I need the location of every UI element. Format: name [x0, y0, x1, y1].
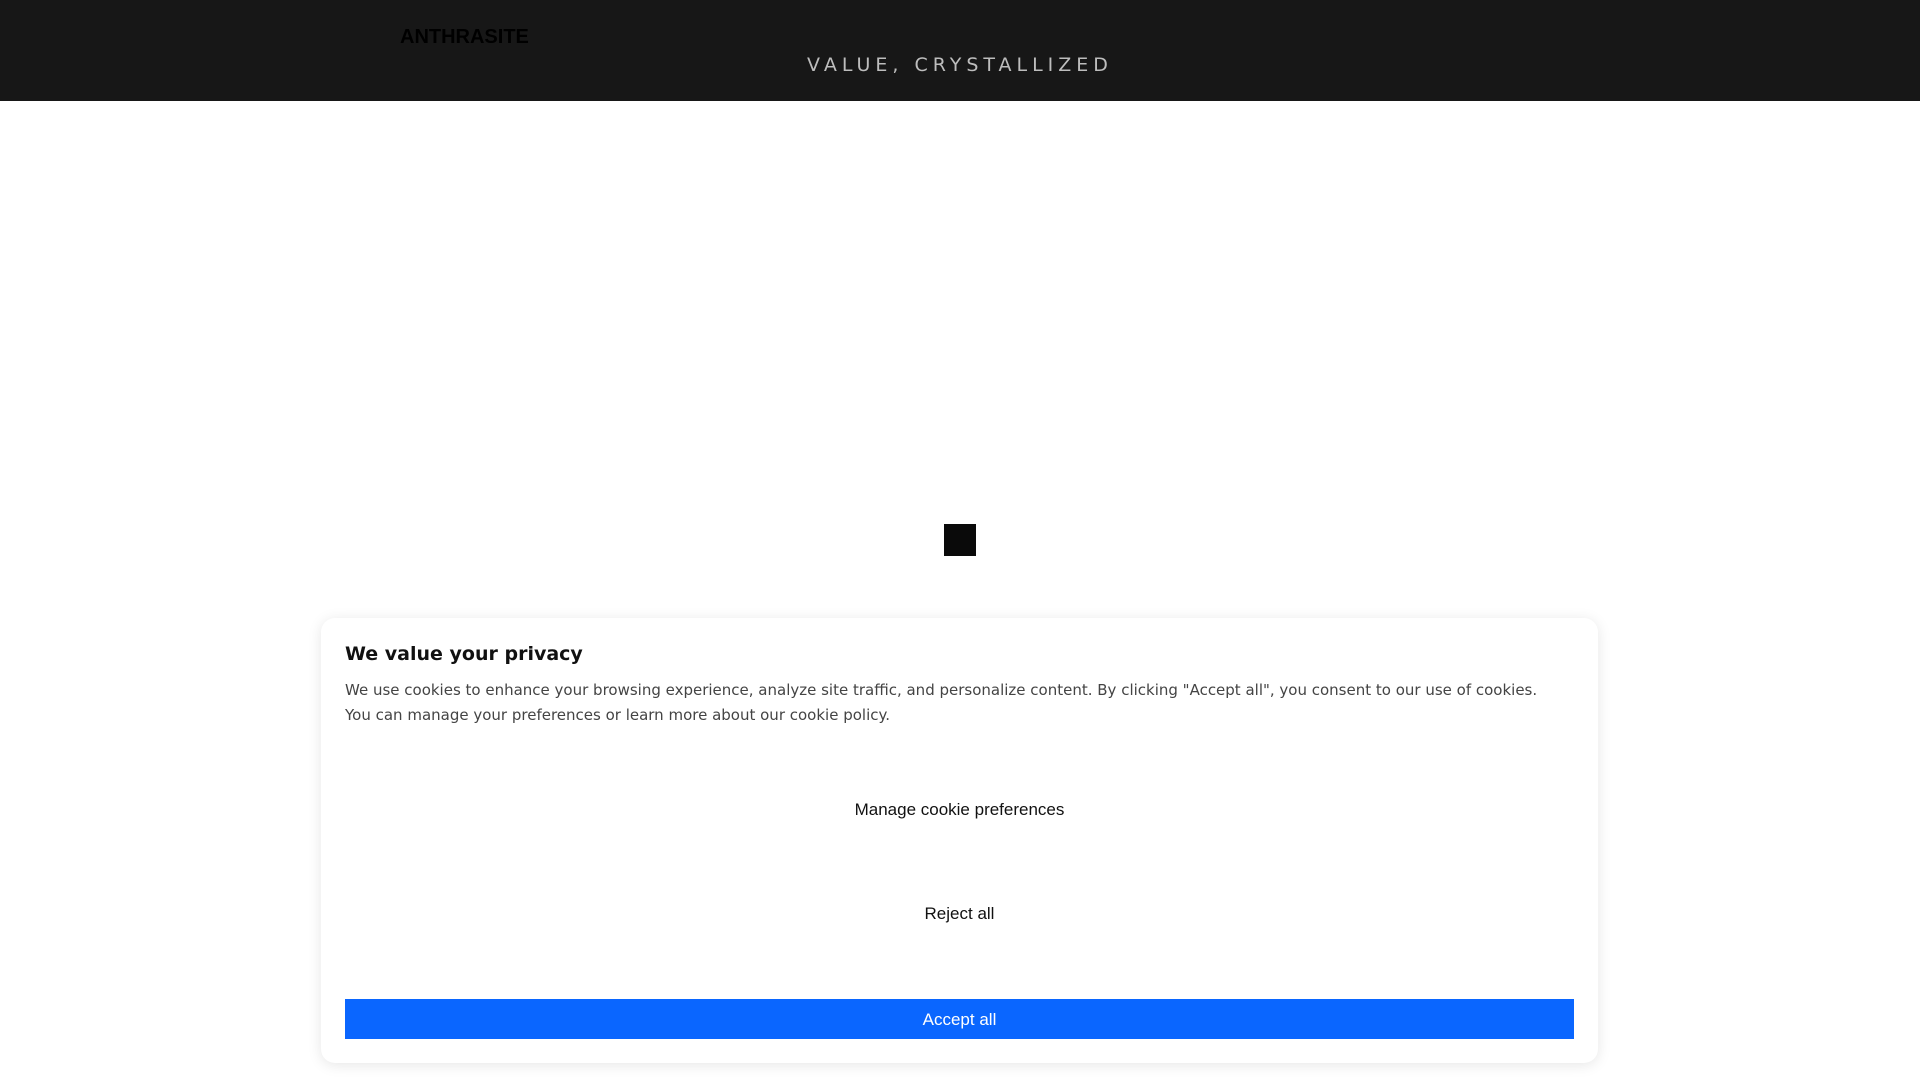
cookie-banner-title: We value your privacy [345, 643, 583, 665]
site-header: ANTHRASITE VALUE, CRYSTALLIZED [0, 0, 1920, 101]
loading-indicator [944, 524, 976, 556]
header-tagline: VALUE, CRYSTALLIZED [807, 54, 1113, 76]
cookie-consent-banner: We value your privacy We use cookies to … [321, 618, 1598, 1063]
reject-all-button[interactable]: Reject all [345, 893, 1574, 933]
manage-cookie-preferences-button[interactable]: Manage cookie preferences [345, 789, 1574, 829]
accept-all-button[interactable]: Accept all [345, 999, 1574, 1039]
cookie-banner-text: We use cookies to enhance your browsing … [345, 681, 1538, 724]
brand-logo[interactable]: ANTHRASITE [400, 26, 529, 49]
